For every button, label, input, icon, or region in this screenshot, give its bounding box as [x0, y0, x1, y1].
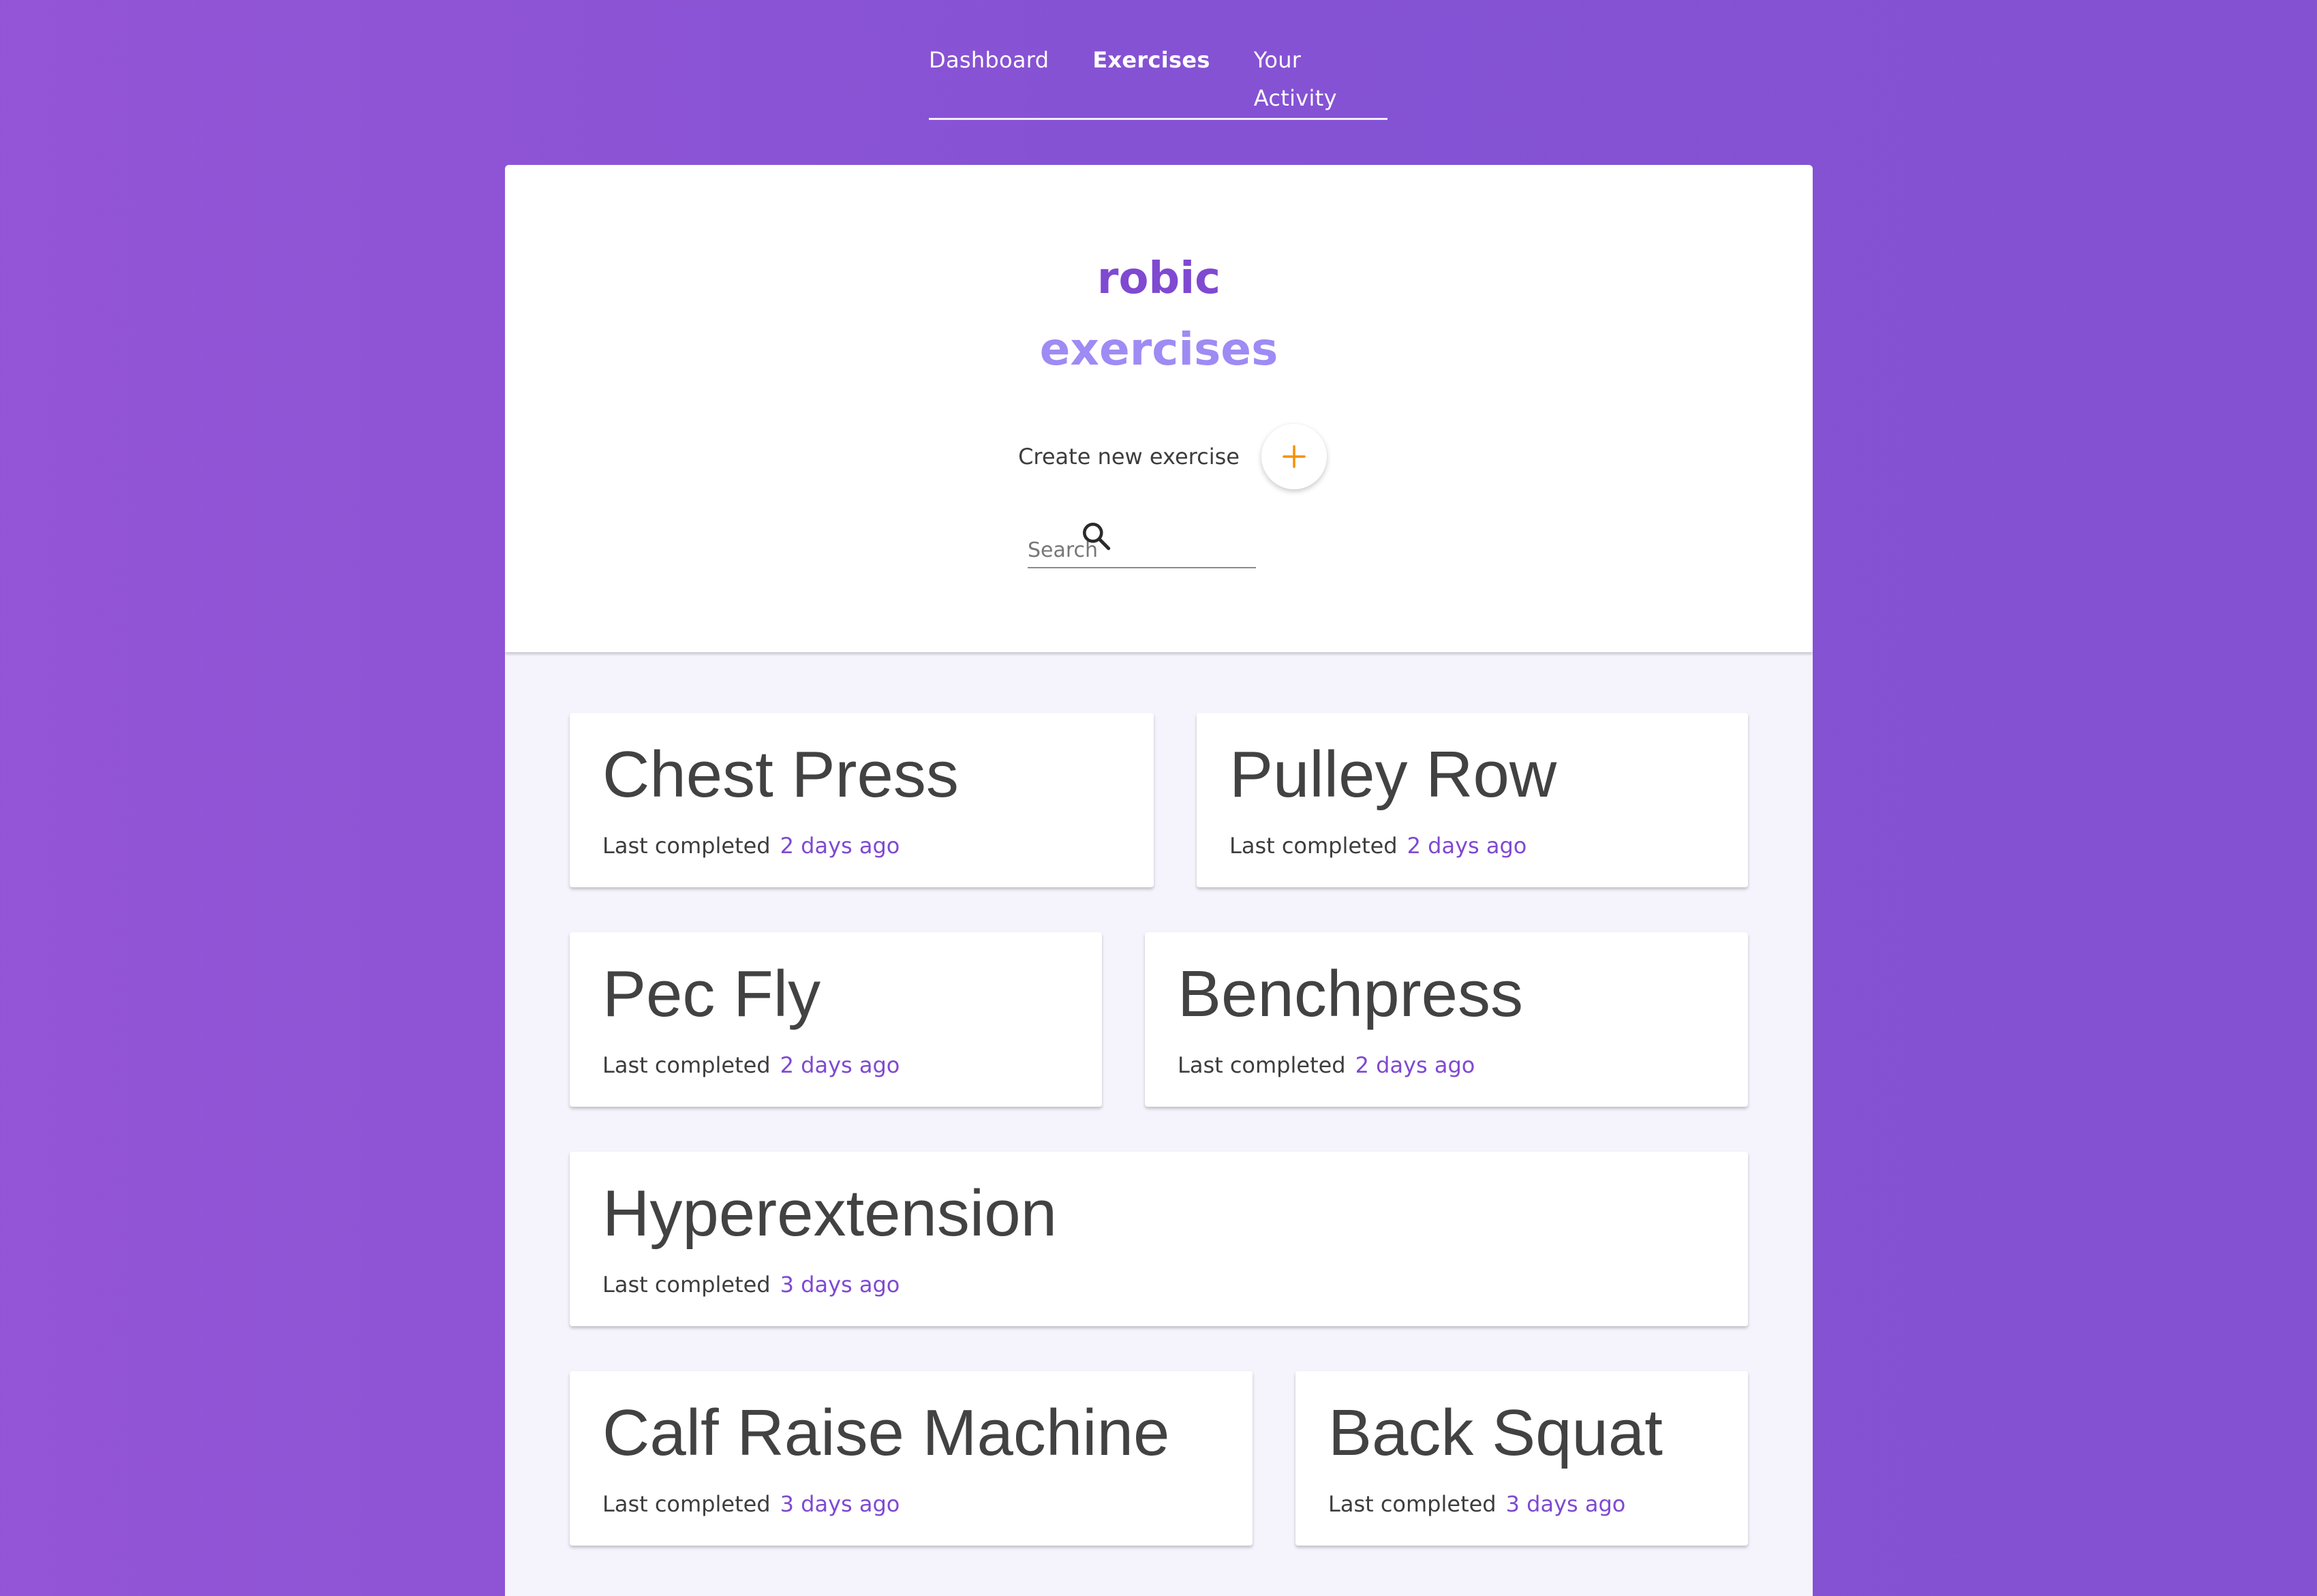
last-completed-label: Last completed	[1178, 1052, 1346, 1078]
exercise-card[interactable]: Chest Press Last completed 2 days ago	[570, 713, 1154, 887]
last-completed-label: Last completed	[1229, 833, 1398, 859]
exercise-card[interactable]: Pulley Row Last completed 2 days ago	[1197, 713, 1748, 887]
create-exercise-row: Create new exercise	[505, 423, 1813, 491]
exercise-meta: Last completed 2 days ago	[1229, 833, 1526, 859]
exercise-name: Calf Raise Machine	[602, 1396, 1170, 1469]
search-button[interactable]	[1079, 519, 1114, 553]
last-completed-label: Last completed	[602, 1272, 771, 1298]
last-completed-label: Last completed	[602, 833, 771, 859]
header-card: robic exercises Create new exercise	[505, 165, 1813, 652]
exercise-meta: Last completed 3 days ago	[1328, 1491, 1625, 1517]
exercise-meta: Last completed 3 days ago	[602, 1491, 900, 1517]
last-completed-value: 3 days ago	[780, 1491, 900, 1517]
nav-exercises[interactable]: Exercises	[1092, 41, 1210, 118]
exercise-name: Pec Fly	[602, 957, 821, 1030]
exercise-meta: Last completed 2 days ago	[602, 833, 900, 859]
exercise-meta: Last completed 2 days ago	[602, 1052, 900, 1078]
last-completed-label: Last completed	[602, 1491, 771, 1517]
add-exercise-button[interactable]	[1261, 424, 1327, 489]
exercises-panel: robic exercises Create new exercise Che	[505, 165, 1813, 1596]
exercise-card[interactable]: Back Squat Last completed 3 days ago	[1295, 1371, 1748, 1546]
page-title: exercises	[1039, 323, 1278, 375]
app-logo: robic	[1096, 254, 1221, 304]
search-bar	[1028, 519, 1300, 581]
exercise-name: Pulley Row	[1229, 738, 1557, 811]
last-completed-value: 2 days ago	[1355, 1052, 1475, 1078]
last-completed-label: Last completed	[1328, 1491, 1497, 1517]
plus-icon	[1283, 445, 1306, 468]
nav-your-activity[interactable]: Your Activity	[1254, 41, 1387, 118]
top-nav: Dashboard Exercises Your Activity	[929, 41, 1387, 120]
exercise-card[interactable]: Benchpress Last completed 2 days ago	[1145, 932, 1748, 1107]
nav-dashboard[interactable]: Dashboard	[929, 41, 1049, 118]
create-exercise-label: Create new exercise	[1018, 444, 1240, 470]
last-completed-value: 2 days ago	[1407, 833, 1527, 859]
exercise-name: Chest Press	[602, 738, 959, 811]
last-completed-value: 2 days ago	[780, 1052, 900, 1078]
last-completed-value: 3 days ago	[1505, 1491, 1626, 1517]
exercise-name: Back Squat	[1328, 1396, 1663, 1469]
exercise-name: Hyperextension	[602, 1177, 1058, 1250]
exercise-card[interactable]: Hyperextension Last completed 3 days ago	[570, 1152, 1748, 1326]
last-completed-value: 2 days ago	[780, 833, 900, 859]
search-icon	[1083, 523, 1111, 551]
last-completed-label: Last completed	[602, 1052, 771, 1078]
exercise-meta: Last completed 3 days ago	[602, 1272, 900, 1298]
exercise-card[interactable]: Pec Fly Last completed 2 days ago	[570, 932, 1102, 1107]
search-input[interactable]	[1028, 533, 1256, 568]
exercise-name: Benchpress	[1178, 957, 1523, 1030]
exercise-meta: Last completed 2 days ago	[1178, 1052, 1475, 1078]
exercise-card[interactable]: Calf Raise Machine Last completed 3 days …	[570, 1371, 1253, 1546]
last-completed-value: 3 days ago	[780, 1272, 900, 1298]
